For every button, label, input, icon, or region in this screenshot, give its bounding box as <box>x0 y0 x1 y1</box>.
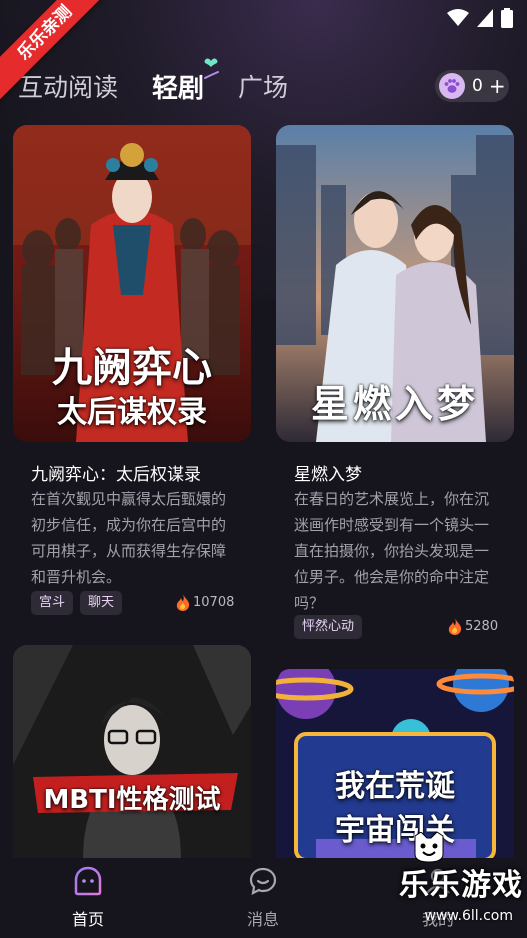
story-tag: 宫斗 <box>31 591 74 615</box>
heat-count: 5280 <box>448 618 498 635</box>
tab-light-drama[interactable]: 轻剧 <box>152 57 220 105</box>
story-description: 在春日的艺术展览上，你在沉迷画作时感受到有一个镜头一直在拍摄你，你抬头发现是一位… <box>294 490 490 612</box>
site-watermark: 乐乐游戏 www.6ll.com <box>387 828 527 938</box>
story-title[interactable]: 星燃入梦 <box>294 460 362 485</box>
watermark-text: 乐乐游戏 <box>399 868 523 903</box>
story-cover-image: MBTI性格测试 <box>13 645 251 860</box>
story-description: 在首次觐见中赢得太后甄嬛的初步信任，成为你在后宫中的可用棋子，从而获得生存保障和… <box>31 490 227 586</box>
watermark-url: www.6ll.com <box>424 908 513 924</box>
paw-icon <box>439 73 465 99</box>
story-title[interactable]: 九阙弈心：太后权谋录 <box>31 460 201 485</box>
cover-title: 九阙弈心 <box>52 344 212 391</box>
fire-icon <box>176 594 190 611</box>
status-icons <box>447 8 513 28</box>
coin-value: 0 <box>472 76 483 96</box>
top-tab-bar: 互动阅读 轻剧 广场 0 + <box>18 57 509 110</box>
nav-messages[interactable]: 消息 <box>223 866 303 930</box>
story-tag: 聊天 <box>80 591 123 615</box>
tab-interactive-reading[interactable]: 互动阅读 <box>18 68 118 104</box>
coin-balance-button[interactable]: 0 + <box>435 70 509 102</box>
signal-icon <box>477 9 493 27</box>
story-tag: 怦然心动 <box>294 615 363 639</box>
home-icon <box>74 866 102 896</box>
tab-plaza[interactable]: 广场 <box>238 68 288 104</box>
cover-title: 星燃入梦 <box>310 381 479 426</box>
heat-count: 10708 <box>176 594 234 611</box>
nav-home[interactable]: 首页 <box>48 866 128 930</box>
add-coin-icon: + <box>488 74 506 98</box>
battery-icon <box>501 8 513 28</box>
heart-icon <box>204 57 220 79</box>
wifi-icon <box>447 9 469 26</box>
story-cover-image: 星燃入梦 <box>276 125 514 442</box>
cover-title: MBTI性格测试 <box>43 785 221 815</box>
story-cover-image: 九阙弈心 太后谋权录 <box>13 125 251 442</box>
fire-icon <box>448 618 462 635</box>
cover-title: 我在荒诞 <box>335 769 455 804</box>
message-icon <box>249 867 277 895</box>
cover-subtitle: 太后谋权录 <box>57 395 207 430</box>
